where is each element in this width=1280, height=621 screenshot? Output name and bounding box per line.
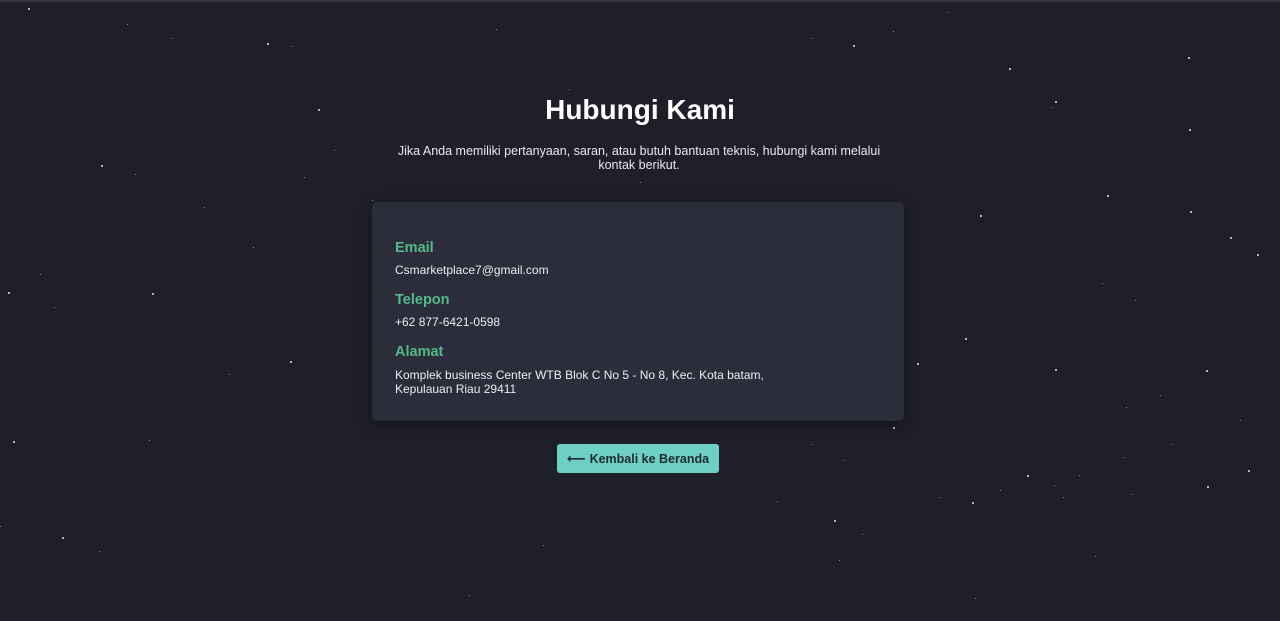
star bbox=[1190, 211, 1192, 213]
star bbox=[834, 520, 836, 522]
star bbox=[469, 595, 470, 596]
star bbox=[135, 174, 136, 175]
star bbox=[1188, 57, 1190, 59]
star bbox=[811, 444, 812, 445]
address-label: Alamat bbox=[395, 344, 444, 360]
star bbox=[965, 338, 967, 340]
star bbox=[975, 598, 976, 599]
address-value: Komplek business Center WTB Blok C No 5 … bbox=[395, 368, 764, 396]
star bbox=[839, 560, 840, 561]
star bbox=[372, 200, 373, 201]
back-to-home-button[interactable]: ⟵ Kembali ke Beranda bbox=[557, 444, 719, 473]
star bbox=[1124, 457, 1125, 458]
star bbox=[13, 441, 15, 443]
star bbox=[40, 274, 41, 275]
star bbox=[1009, 68, 1011, 70]
star bbox=[127, 24, 128, 25]
star bbox=[1160, 395, 1161, 396]
star bbox=[172, 38, 173, 39]
star bbox=[972, 502, 974, 504]
page-title: Hubungi Kami bbox=[545, 94, 735, 125]
star bbox=[304, 177, 305, 178]
star bbox=[543, 545, 544, 546]
star bbox=[1131, 494, 1132, 495]
star bbox=[1107, 195, 1109, 197]
star bbox=[1095, 556, 1096, 557]
email-label: Email bbox=[395, 240, 434, 256]
star bbox=[1135, 300, 1136, 301]
star bbox=[1172, 444, 1173, 445]
star bbox=[1248, 470, 1250, 472]
star bbox=[1126, 407, 1127, 408]
star bbox=[1079, 475, 1080, 476]
star bbox=[1230, 237, 1232, 239]
star bbox=[1207, 486, 1209, 488]
contact-card: Email Csmarketplace7@gmail.com Telepon +… bbox=[372, 202, 904, 421]
phone-label: Telepon bbox=[395, 292, 450, 308]
star bbox=[1054, 485, 1055, 486]
back-to-home-label: Kembali ke Beranda bbox=[589, 451, 710, 466]
star bbox=[777, 501, 778, 502]
star bbox=[267, 43, 269, 45]
star bbox=[149, 440, 150, 441]
star bbox=[939, 497, 940, 498]
star bbox=[1000, 490, 1001, 491]
star bbox=[204, 207, 205, 208]
star bbox=[1102, 283, 1103, 284]
star bbox=[1240, 420, 1241, 421]
star bbox=[292, 46, 293, 47]
star bbox=[334, 150, 335, 151]
star bbox=[917, 363, 919, 365]
star bbox=[101, 165, 103, 167]
star bbox=[99, 551, 100, 552]
star bbox=[948, 12, 949, 13]
star bbox=[1063, 497, 1064, 498]
star bbox=[253, 247, 254, 248]
star bbox=[229, 374, 230, 375]
phone-value: +62 877-6421-0598 bbox=[395, 315, 501, 329]
star bbox=[496, 29, 497, 30]
star bbox=[640, 182, 641, 183]
star bbox=[0, 526, 1, 527]
star bbox=[1055, 369, 1057, 371]
star bbox=[980, 215, 982, 217]
star bbox=[152, 293, 154, 295]
star bbox=[1206, 370, 1208, 372]
star bbox=[1027, 475, 1029, 477]
star bbox=[8, 292, 10, 294]
star bbox=[54, 307, 55, 308]
email-value: Csmarketplace7@gmail.com bbox=[395, 263, 549, 277]
star bbox=[290, 361, 292, 363]
star bbox=[28, 8, 30, 10]
star bbox=[893, 31, 894, 32]
star bbox=[844, 460, 845, 461]
star bbox=[862, 534, 863, 535]
arrow-left-icon: ⟵ bbox=[566, 451, 586, 466]
star bbox=[853, 45, 855, 47]
star bbox=[812, 38, 813, 39]
star bbox=[62, 537, 64, 539]
star bbox=[1257, 254, 1259, 256]
star bbox=[893, 427, 895, 429]
star bbox=[1189, 129, 1191, 131]
page-subtitle: Jika Anda memiliki pertanyaan, saran, at… bbox=[397, 144, 881, 172]
star bbox=[569, 89, 570, 90]
